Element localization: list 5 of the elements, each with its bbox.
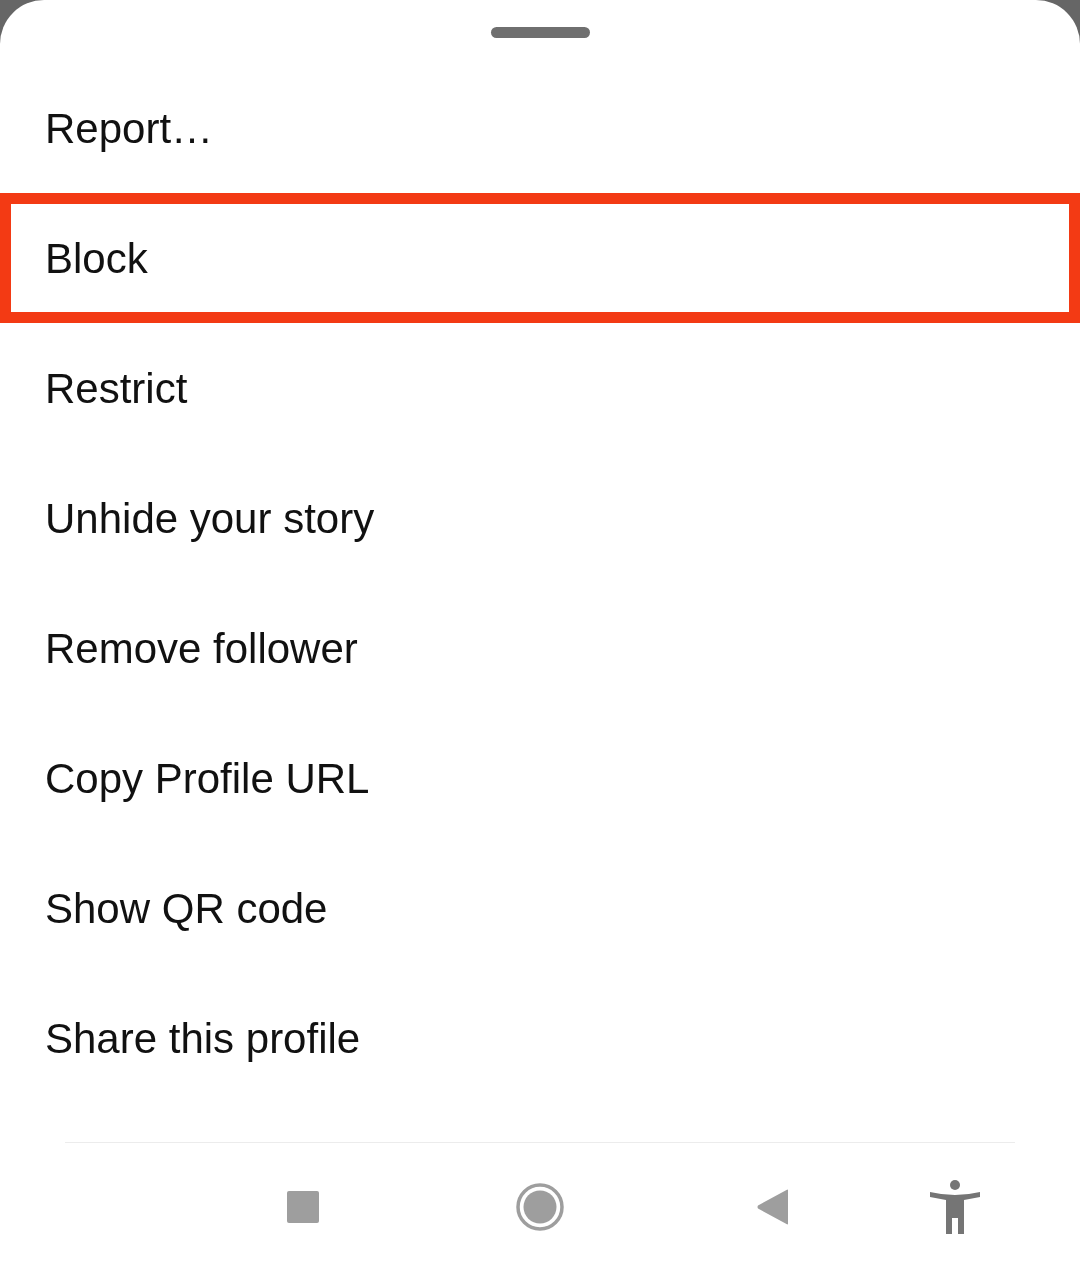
drag-handle[interactable] [490,27,590,38]
menu-item[interactable]: Block [0,193,1080,323]
triangle-icon[interactable] [757,1189,790,1225]
accessibility-icon[interactable] [930,1180,980,1234]
circle-icon[interactable] [516,1183,564,1231]
